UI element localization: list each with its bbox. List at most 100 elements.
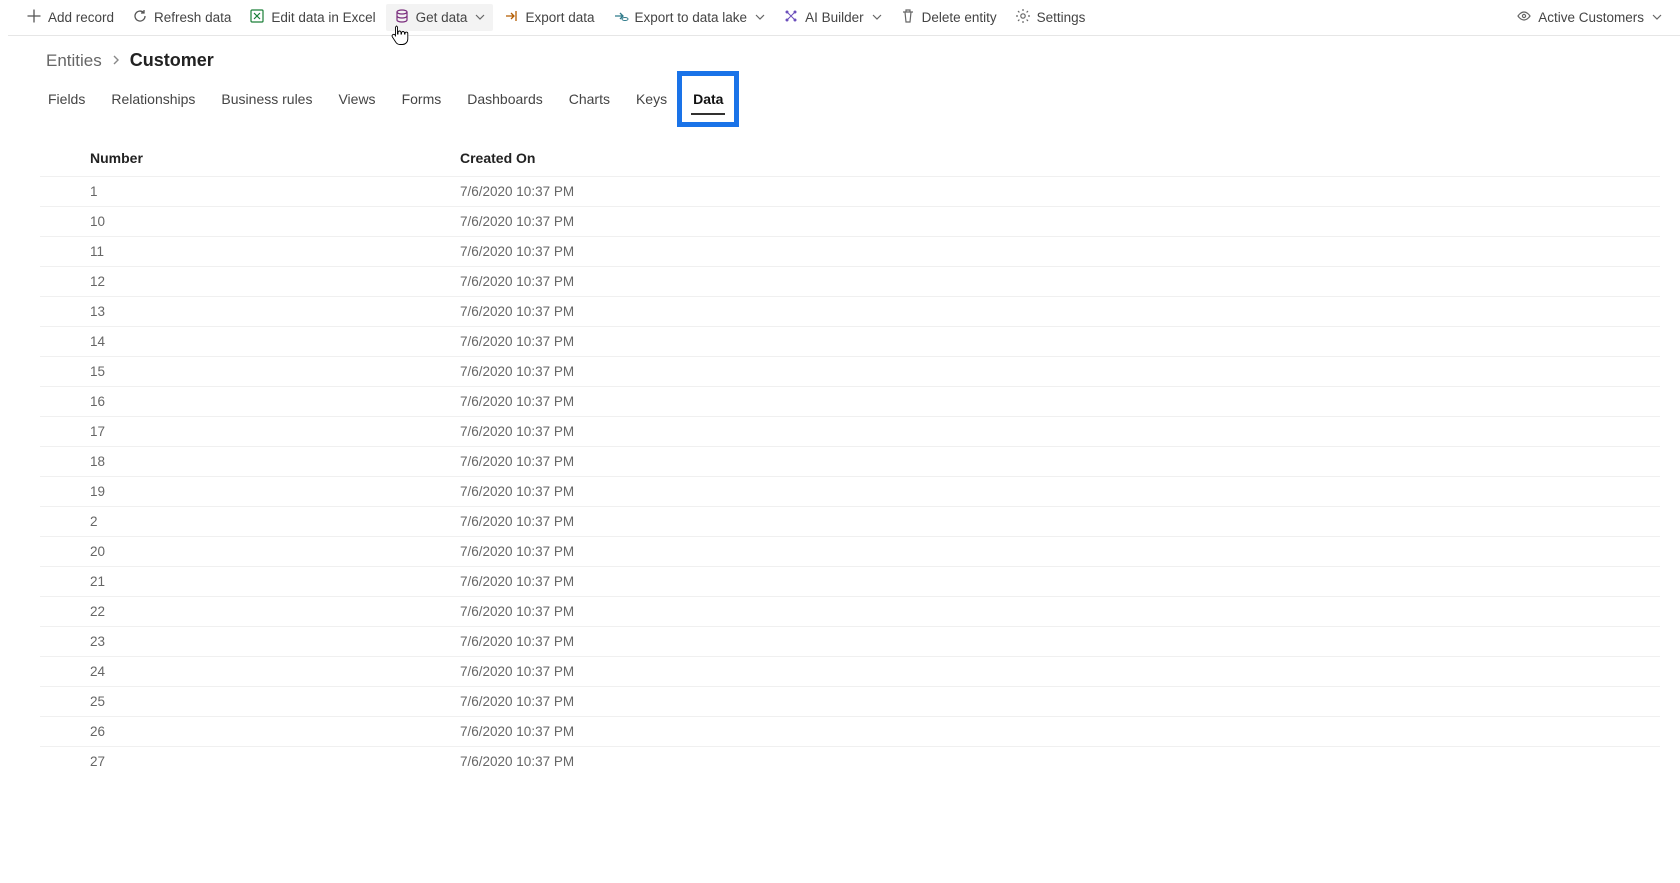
table-row[interactable]: 147/6/2020 10:37 PM	[40, 327, 1660, 357]
table-row[interactable]: 187/6/2020 10:37 PM	[40, 447, 1660, 477]
cell-number: 17	[40, 417, 410, 447]
cell-created-on: 7/6/2020 10:37 PM	[410, 387, 1660, 417]
view-selector-label: Active Customers	[1538, 10, 1644, 25]
cell-created-on: 7/6/2020 10:37 PM	[410, 687, 1660, 717]
settings-button[interactable]: Settings	[1007, 4, 1094, 31]
tab-fields[interactable]: Fields	[46, 85, 87, 113]
edit-excel-label: Edit data in Excel	[271, 10, 375, 25]
delete-entity-button[interactable]: Delete entity	[892, 4, 1005, 31]
view-selector-button[interactable]: Active Customers	[1508, 4, 1670, 31]
data-grid-scroll[interactable]: Number Created On 17/6/2020 10:37 PM107/…	[40, 140, 1660, 883]
chevron-down-icon[interactable]	[755, 10, 765, 25]
cell-number: 1	[40, 177, 410, 207]
table-row[interactable]: 197/6/2020 10:37 PM	[40, 477, 1660, 507]
refresh-icon	[132, 8, 148, 27]
cell-number: 10	[40, 207, 410, 237]
cell-number: 2	[40, 507, 410, 537]
tab-forms[interactable]: Forms	[400, 85, 444, 113]
cell-number: 21	[40, 567, 410, 597]
get-data-button[interactable]: Get data	[386, 4, 494, 31]
cell-number: 26	[40, 717, 410, 747]
tab-business-rules[interactable]: Business rules	[219, 85, 314, 113]
table-row[interactable]: 127/6/2020 10:37 PM	[40, 267, 1660, 297]
cell-number: 12	[40, 267, 410, 297]
command-bar-left: Add record Refresh data Edit data in Exc…	[18, 4, 1093, 31]
delete-entity-label: Delete entity	[922, 10, 997, 25]
add-record-button[interactable]: Add record	[18, 4, 122, 31]
table-row[interactable]: 27/6/2020 10:37 PM	[40, 507, 1660, 537]
cell-created-on: 7/6/2020 10:37 PM	[410, 447, 1660, 477]
export-lake-label: Export to data lake	[635, 10, 748, 25]
cell-number: 18	[40, 447, 410, 477]
table-row[interactable]: 107/6/2020 10:37 PM	[40, 207, 1660, 237]
cell-created-on: 7/6/2020 10:37 PM	[410, 507, 1660, 537]
breadcrumb: Entities Customer	[46, 50, 1680, 71]
table-row[interactable]: 227/6/2020 10:37 PM	[40, 597, 1660, 627]
cell-number: 20	[40, 537, 410, 567]
cell-number: 19	[40, 477, 410, 507]
table-row[interactable]: 207/6/2020 10:37 PM	[40, 537, 1660, 567]
ai-icon	[783, 8, 799, 27]
tab-dashboards[interactable]: Dashboards	[465, 85, 545, 113]
table-row[interactable]: 117/6/2020 10:37 PM	[40, 237, 1660, 267]
cell-number: 13	[40, 297, 410, 327]
table-header-row: Number Created On	[40, 140, 1660, 177]
cell-created-on: 7/6/2020 10:37 PM	[410, 357, 1660, 387]
cell-created-on: 7/6/2020 10:37 PM	[410, 657, 1660, 687]
breadcrumb-root[interactable]: Entities	[46, 51, 102, 71]
command-bar-right: Active Customers	[1508, 4, 1670, 31]
chevron-right-icon	[110, 51, 122, 71]
excel-icon	[249, 8, 265, 27]
table-row[interactable]: 177/6/2020 10:37 PM	[40, 417, 1660, 447]
tab-views[interactable]: Views	[336, 85, 377, 113]
data-grid: Number Created On 17/6/2020 10:37 PM107/…	[40, 140, 1660, 776]
cell-created-on: 7/6/2020 10:37 PM	[410, 207, 1660, 237]
command-bar: Add record Refresh data Edit data in Exc…	[8, 0, 1680, 36]
table-row[interactable]: 17/6/2020 10:37 PM	[40, 177, 1660, 207]
cell-number: 15	[40, 357, 410, 387]
tab-charts[interactable]: Charts	[567, 85, 612, 113]
cell-number: 27	[40, 747, 410, 777]
export-data-button[interactable]: Export data	[495, 4, 602, 31]
cell-created-on: 7/6/2020 10:37 PM	[410, 567, 1660, 597]
column-header-created[interactable]: Created On	[410, 140, 1660, 177]
breadcrumb-current: Customer	[130, 50, 214, 71]
refresh-data-button[interactable]: Refresh data	[124, 4, 239, 31]
cell-created-on: 7/6/2020 10:37 PM	[410, 627, 1660, 657]
add-record-label: Add record	[48, 10, 114, 25]
table-row[interactable]: 277/6/2020 10:37 PM	[40, 747, 1660, 777]
column-header-number[interactable]: Number	[40, 140, 410, 177]
ai-builder-button[interactable]: AI Builder	[775, 4, 890, 31]
cell-created-on: 7/6/2020 10:37 PM	[410, 177, 1660, 207]
table-row[interactable]: 137/6/2020 10:37 PM	[40, 297, 1660, 327]
breadcrumb-area: Entities Customer	[8, 36, 1680, 75]
table-row[interactable]: 247/6/2020 10:37 PM	[40, 657, 1660, 687]
table-row[interactable]: 237/6/2020 10:37 PM	[40, 627, 1660, 657]
eye-icon	[1516, 8, 1532, 27]
export-lake-button[interactable]: Export to data lake	[605, 4, 774, 31]
cell-number: 11	[40, 237, 410, 267]
cell-number: 14	[40, 327, 410, 357]
tab-keys[interactable]: Keys	[634, 85, 669, 113]
chevron-down-icon[interactable]	[872, 10, 882, 25]
get-data-label: Get data	[416, 10, 468, 25]
tab-data[interactable]: Data	[691, 85, 725, 113]
chevron-down-icon[interactable]	[475, 10, 485, 25]
tab-relationships[interactable]: Relationships	[109, 85, 197, 113]
table-row[interactable]: 267/6/2020 10:37 PM	[40, 717, 1660, 747]
cell-number: 16	[40, 387, 410, 417]
table-row[interactable]: 157/6/2020 10:37 PM	[40, 357, 1660, 387]
cell-created-on: 7/6/2020 10:37 PM	[410, 417, 1660, 447]
cell-number: 23	[40, 627, 410, 657]
cell-created-on: 7/6/2020 10:37 PM	[410, 717, 1660, 747]
table-row[interactable]: 217/6/2020 10:37 PM	[40, 567, 1660, 597]
export-icon	[503, 8, 519, 27]
cell-number: 25	[40, 687, 410, 717]
chevron-down-icon[interactable]	[1652, 10, 1662, 25]
edit-excel-button[interactable]: Edit data in Excel	[241, 4, 383, 31]
lake-icon	[613, 8, 629, 27]
cell-created-on: 7/6/2020 10:37 PM	[410, 297, 1660, 327]
table-row[interactable]: 257/6/2020 10:37 PM	[40, 687, 1660, 717]
cell-created-on: 7/6/2020 10:37 PM	[410, 747, 1660, 777]
table-row[interactable]: 167/6/2020 10:37 PM	[40, 387, 1660, 417]
